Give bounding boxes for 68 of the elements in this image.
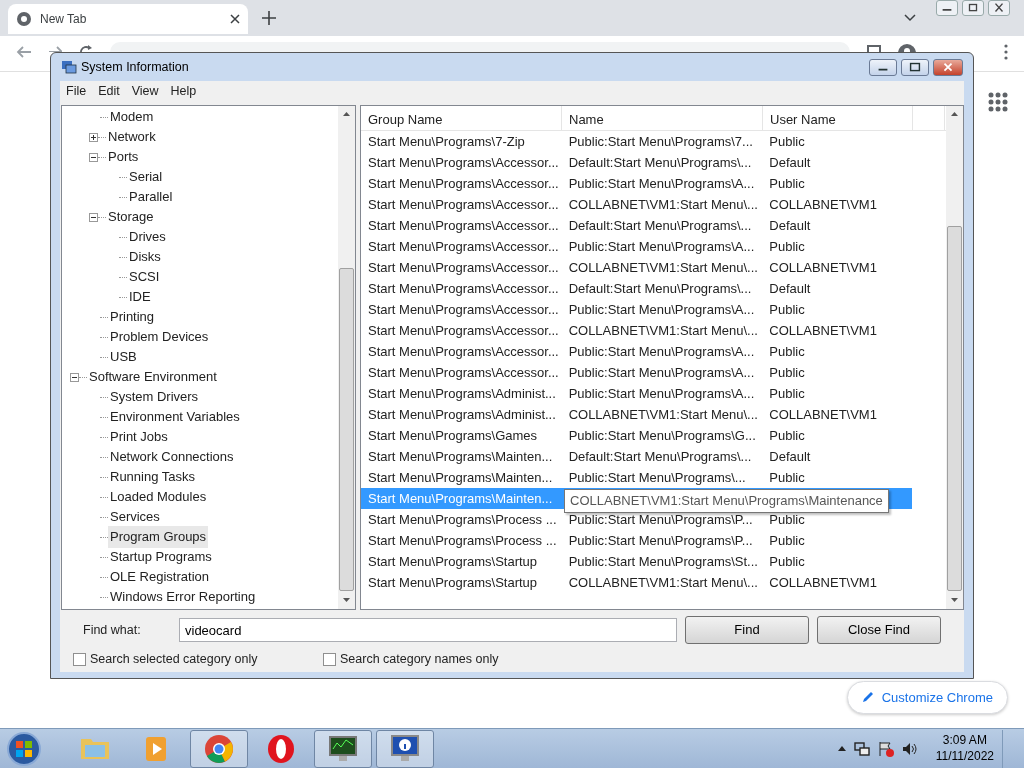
- table-cell-text: Start Menu\Programs\Accessor...: [367, 342, 560, 361]
- table-cell-text: COLLABNET\VM1: [768, 195, 878, 214]
- table-cell-text: Public:Start Menu\Programs\P...: [567, 531, 754, 550]
- table-cell-text: Start Menu\Programs\Mainten...: [367, 447, 554, 466]
- table-cell-text: Start Menu\Programs\Mainten...: [367, 489, 554, 508]
- table-cell-text: COLLABNET\VM1:Start Menu\...: [567, 321, 759, 340]
- table-cell-text: Start Menu\Programs\Mainten...: [367, 468, 554, 487]
- table-cell-text: Public:Start Menu\Programs\A...: [567, 384, 756, 403]
- table-cell-text: Start Menu\Programs\Accessor...: [367, 174, 560, 193]
- table-cell-text: COLLABNET\VM1: [768, 405, 878, 424]
- table-cell-text: Start Menu\Programs\Process ...: [367, 531, 558, 550]
- table-cell-text: Default: [768, 153, 812, 172]
- table-cell-text: Start Menu\Programs\Accessor...: [367, 363, 560, 382]
- table-cell-text: Public:Start Menu\Programs\A...: [567, 300, 756, 319]
- table-cell-text: Public: [768, 300, 806, 319]
- table-cell-text: COLLABNET\VM1:Start Menu\...: [567, 405, 759, 424]
- table-cell-text: Public:Start Menu\Programs\St...: [567, 552, 759, 571]
- table-cell-text: Start Menu\Programs\Accessor...: [367, 321, 560, 340]
- table-cell-text: Default: [768, 216, 812, 235]
- table-cell-text: Public: [768, 363, 806, 382]
- table-cell-text: Public: [768, 426, 806, 445]
- table-cell-text: Start Menu\Programs\7-Zip: [367, 132, 526, 151]
- table-cell-text: Start Menu\Programs\Accessor...: [367, 279, 560, 298]
- table-cell-text: COLLABNET\VM1: [768, 321, 878, 340]
- field-label: Find what:: [83, 621, 142, 639]
- tab-title: New Tab: [40, 11, 88, 28]
- table-cell-text: Default:Start Menu\Programs\...: [567, 153, 753, 172]
- table-cell-text: Public:Start Menu\Programs\A...: [567, 174, 756, 193]
- table-cell-text: Public:Start Menu\Programs\G...: [567, 426, 757, 445]
- table-cell-text: Start Menu\Programs\Administ...: [367, 405, 557, 424]
- table-cell-text: Public: [768, 468, 806, 487]
- table-cell-text: Start Menu\Programs\Administ...: [367, 384, 557, 403]
- table-cell-text: Public:Start Menu\Programs\P...: [567, 510, 754, 529]
- table-cell-text: Public:Start Menu\Programs\A...: [567, 363, 756, 382]
- window-title: System Information: [81, 58, 190, 76]
- table-cell-text: COLLABNET\VM1:Start Menu\...: [567, 195, 759, 214]
- table-cell-text: Start Menu\Programs\Accessor...: [367, 258, 560, 277]
- table-cell-text: COLLABNET\VM1: [768, 573, 878, 592]
- table-cell-text: Default:Start Menu\Programs\...: [567, 279, 753, 298]
- table-cell-text: Start Menu\Programs\Games: [367, 426, 539, 445]
- table-cell-text: Default: [768, 447, 812, 466]
- table-cell-text: Public: [768, 174, 806, 193]
- table-cell-text: Public:Start Menu\Programs\7...: [567, 132, 754, 151]
- table-cell-text: Start Menu\Programs\Startup: [367, 573, 539, 592]
- table-cell-text: Public: [768, 342, 806, 361]
- table-cell-text: Public: [768, 531, 806, 550]
- table-cell-text: Public:Start Menu\Programs\A...: [567, 342, 756, 361]
- table-cell-text: COLLABNET\VM1: [768, 258, 878, 277]
- table-cell-text: Start Menu\Programs\Process ...: [367, 510, 558, 529]
- tooltip: COLLABNET\VM1:Start Menu\Programs\Maintenance: [564, 489, 889, 513]
- table-cell-text: Public: [768, 132, 806, 151]
- table-cell-text: Public: [768, 510, 806, 529]
- table-cell-text: Public: [768, 552, 806, 571]
- table-cell-text: Start Menu\Programs\Accessor...: [367, 216, 560, 235]
- table-cell-text: Default:Start Menu\Programs\...: [567, 447, 753, 466]
- table-cell-text: Default: [768, 279, 812, 298]
- table-cell-text: Start Menu\Programs\Accessor...: [367, 237, 560, 256]
- table-cell-text: Start Menu\Programs\Accessor...: [367, 153, 560, 172]
- table-cell-text: Start Menu\Programs\Accessor...: [367, 300, 560, 319]
- table-cell-text: Public:Start Menu\Programs\...: [567, 468, 747, 487]
- table-cell-text: COLLABNET\VM1:Start Menu\...: [567, 573, 759, 592]
- table-cell-text: COLLABNET\VM1:Start Menu\...: [567, 258, 759, 277]
- table-cell-text: Public: [768, 237, 806, 256]
- table-cell-text: Public: [768, 384, 806, 403]
- table-cell-text: Start Menu\Programs\Startup: [367, 552, 539, 571]
- table-cell-text: Public:Start Menu\Programs\A...: [567, 237, 756, 256]
- table-cell-text: Default:Start Menu\Programs\...: [567, 216, 753, 235]
- table-cell-text: Start Menu\Programs\Accessor...: [367, 195, 560, 214]
